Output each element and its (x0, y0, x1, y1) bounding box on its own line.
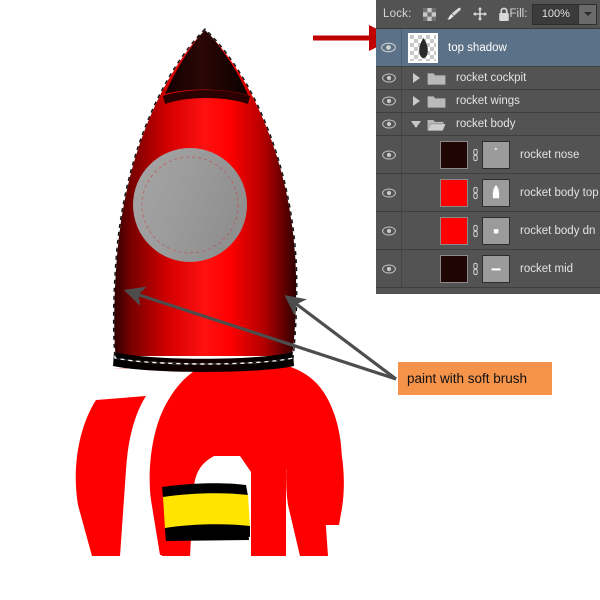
layer-visibility-toggle[interactable] (376, 29, 402, 66)
eye-icon (381, 96, 396, 106)
layer-name: rocket body dn (520, 224, 596, 237)
folder-open-icon (427, 117, 446, 132)
group-disclosure-triangle-icon[interactable] (408, 120, 424, 128)
eye-icon (381, 119, 396, 129)
layer-visibility-toggle[interactable] (376, 113, 402, 135)
teardrop-shape-icon (418, 37, 428, 58)
engine-band-yellow-main (163, 493, 250, 529)
layer-row-rocket-cockpit[interactable]: rocket cockpit (376, 67, 600, 90)
link-mask-icon[interactable] (468, 262, 482, 276)
layer-row-rocket-body-top[interactable]: rocket body top (376, 174, 600, 212)
layer-visibility-toggle[interactable] (376, 136, 402, 173)
layer-visibility-toggle[interactable] (376, 90, 402, 112)
callout-arrow-right (284, 295, 397, 381)
layer-color-thumbnail[interactable] (440, 140, 468, 169)
layer-visibility-toggle[interactable] (376, 250, 402, 287)
layer-row-rocket-body[interactable]: rocket body (376, 113, 600, 136)
layer-color-thumbnail[interactable] (440, 216, 468, 245)
layer-mask-thumbnail[interactable] (482, 178, 510, 207)
layer-row-rocket-body-dn[interactable]: rocket body dn (376, 212, 600, 250)
layer-mask-thumbnail[interactable] (482, 216, 510, 245)
move-lock-icon[interactable] (472, 7, 487, 21)
layer-name: rocket body (456, 118, 516, 130)
layers-panel[interactable]: Lock: Fill: 100% top shadow rocket cockp… (376, 0, 600, 294)
folder-closed-icon (427, 71, 446, 86)
layer-row-top-shadow[interactable]: top shadow (376, 29, 600, 67)
layer-row-rocket-wings[interactable]: rocket wings (376, 90, 600, 113)
link-mask-icon[interactable] (468, 148, 482, 162)
eye-icon (381, 225, 396, 236)
layer-name: rocket wings (456, 95, 520, 107)
brush-lock-icon[interactable] (446, 7, 462, 21)
layer-mask-thumbnail[interactable] (482, 254, 510, 283)
layer-name: rocket cockpit (456, 72, 527, 84)
layer-visibility-toggle[interactable] (376, 174, 402, 211)
fill-label: Fill: (509, 8, 528, 20)
screenshot-root: Lock: Fill: 100% top shadow rocket cockp… (0, 0, 600, 600)
layer-color-thumbnail[interactable] (440, 178, 468, 207)
lock-label: Lock: (383, 8, 412, 20)
callout-text: paint with soft brush (407, 371, 528, 386)
group-disclosure-triangle-icon[interactable] (408, 96, 424, 106)
layer-thumbnail[interactable] (408, 32, 438, 63)
fill-control[interactable]: 100% (532, 3, 598, 25)
eye-icon (381, 42, 396, 53)
chevron-down-icon[interactable] (578, 4, 597, 24)
folder-closed-icon (427, 94, 446, 109)
engine-band (162, 483, 250, 541)
layer-row-rocket-mid[interactable]: rocket mid (376, 250, 600, 288)
eye-icon (381, 187, 396, 198)
layer-color-thumbnail[interactable] (440, 254, 468, 283)
fill-value[interactable]: 100% (533, 4, 579, 24)
layer-name: rocket nose (520, 148, 580, 161)
lock-all-icon[interactable] (498, 7, 510, 22)
lock-icon-group (422, 7, 510, 22)
eye-icon (381, 263, 396, 274)
eye-icon (381, 73, 396, 83)
layer-visibility-toggle[interactable] (376, 67, 402, 89)
layer-name: rocket mid (520, 262, 574, 275)
link-mask-icon[interactable] (468, 224, 482, 238)
lock-bar: Lock: Fill: 100% (376, 0, 600, 29)
rocket-leg-left (75, 396, 146, 556)
layer-mask-thumbnail[interactable] (482, 140, 510, 169)
link-mask-icon[interactable] (468, 186, 482, 200)
layer-visibility-toggle[interactable] (376, 212, 402, 249)
layer-name: top shadow (448, 41, 507, 54)
layer-row-rocket-nose[interactable]: rocket nose (376, 136, 600, 174)
transparency-lock-icon[interactable] (422, 7, 436, 21)
callout-label: paint with soft brush (398, 362, 552, 395)
group-disclosure-triangle-icon[interactable] (408, 73, 424, 83)
layer-name: rocket body top (520, 186, 599, 199)
eye-icon (381, 149, 396, 160)
rocket-window (133, 148, 247, 262)
